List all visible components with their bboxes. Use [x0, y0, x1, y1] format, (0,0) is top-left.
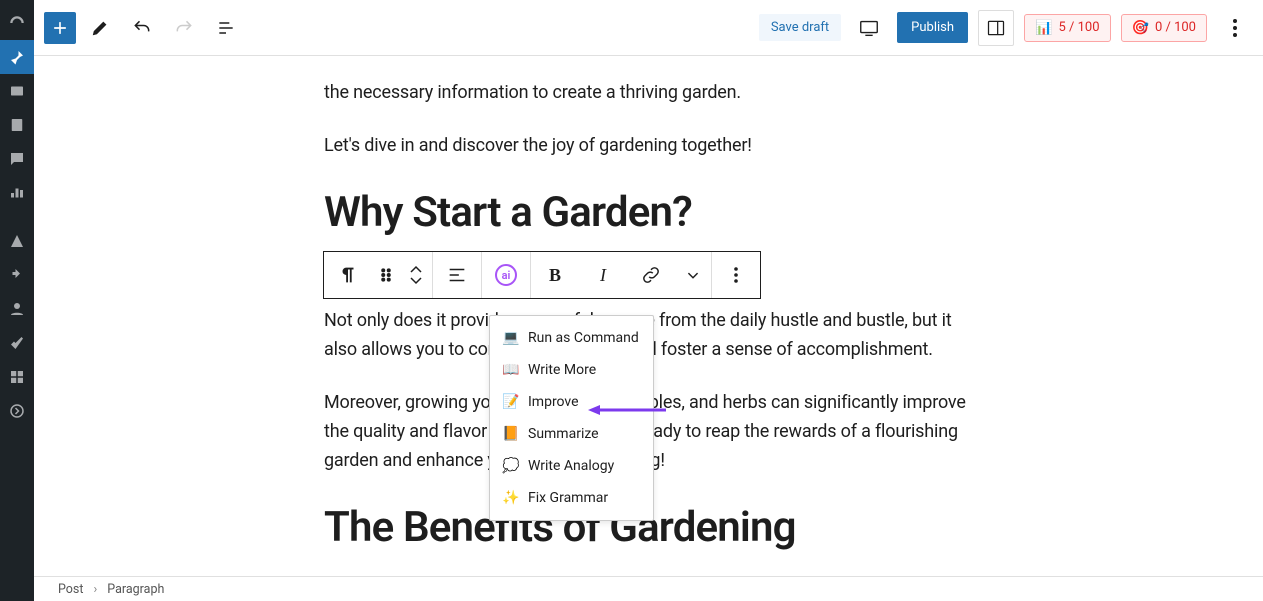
ai-button[interactable]: ai [482, 252, 530, 298]
seo-score[interactable]: 🎯 0 / 100 [1121, 14, 1207, 42]
add-block-button[interactable] [44, 12, 76, 44]
paragraph[interactable]: right soil to selecting the right plants… [324, 56, 984, 108]
annotation-arrow [588, 404, 668, 414]
link-button[interactable] [627, 252, 675, 298]
paragraph[interactable]: Let's dive in and discover the joy of ga… [324, 132, 984, 161]
seo-score-value: 0 / 100 [1155, 20, 1196, 35]
ai-item-summarize[interactable]: 📙 Summarize [490, 418, 653, 450]
ai-item-run-command[interactable]: 💻 Run as Command [490, 322, 653, 354]
block-more-button[interactable] [712, 252, 760, 298]
ai-item-label: Fix Grammar [528, 490, 608, 506]
sidebar-pin-icon[interactable] [0, 40, 34, 74]
sidebar-tools-icon[interactable] [0, 326, 34, 360]
laptop-icon: 💻 [502, 330, 520, 346]
paragraph[interactable]: Not only does it provide a peaceful esca… [324, 307, 984, 365]
ai-icon: ai [495, 264, 517, 286]
chart-icon: 📊 [1035, 20, 1052, 36]
paragraph-text: the necessary information to create a th… [324, 82, 741, 103]
bold-button[interactable]: B [531, 252, 579, 298]
sidebar-dashboard-icon[interactable] [0, 6, 34, 40]
ai-item-write-analogy[interactable]: 💭 Write Analogy [490, 450, 653, 482]
chevron-right-icon: › [93, 582, 97, 597]
block-toolbar: ai B I [323, 251, 761, 299]
readability-score-value: 5 / 100 [1058, 20, 1099, 35]
publish-button[interactable]: Publish [897, 12, 968, 43]
block-type-button[interactable] [324, 252, 372, 298]
heading[interactable]: The Benefits of Gardening [324, 505, 984, 551]
more-format-button[interactable] [675, 252, 711, 298]
readability-score[interactable]: 📊 5 / 100 [1024, 14, 1110, 42]
sidebar-stats-icon[interactable] [0, 176, 34, 210]
thought-icon: 💭 [502, 458, 520, 474]
book-icon: 📖 [502, 362, 520, 378]
heading[interactable]: Why Start a Garden? [324, 190, 984, 236]
ai-item-fix-grammar[interactable]: ✨ Fix Grammar [490, 482, 653, 514]
edit-icon[interactable] [82, 10, 118, 46]
block-breadcrumb: Post › Paragraph [34, 576, 1263, 601]
sidebar-collapse-icon[interactable] [0, 394, 34, 428]
more-options-button[interactable] [1217, 10, 1253, 46]
memo-icon: 📝 [502, 394, 520, 410]
breadcrumb-leaf[interactable]: Paragraph [107, 582, 164, 597]
preview-button[interactable] [851, 10, 887, 46]
editor-top-toolbar: Save draft Publish 📊 5 / 100 🎯 0 / 100 [34, 0, 1263, 56]
undo-button[interactable] [124, 10, 160, 46]
ai-dropdown-menu: 💻 Run as Command 📖 Write More 📝 Improve … [489, 315, 654, 521]
ai-item-label: Run as Command [528, 330, 639, 346]
sidebar-plugins-icon[interactable] [0, 258, 34, 292]
admin-sidebar [0, 0, 34, 601]
ai-item-label: Improve [528, 394, 579, 410]
sidebar-users-icon[interactable] [0, 292, 34, 326]
ai-item-write-more[interactable]: 📖 Write More [490, 354, 653, 386]
redo-button[interactable] [166, 10, 202, 46]
target-icon: 🎯 [1132, 20, 1149, 36]
sidebar-toggle-button[interactable] [978, 10, 1014, 46]
sidebar-settings-icon[interactable] [0, 360, 34, 394]
sidebar-appearance-icon[interactable] [0, 224, 34, 258]
ai-item-label: Write Analogy [528, 458, 614, 474]
drag-handle[interactable] [372, 252, 400, 298]
italic-button[interactable]: I [579, 252, 627, 298]
move-up-down-buttons[interactable] [400, 252, 432, 298]
ai-item-label: Summarize [528, 426, 599, 442]
paragraph[interactable]: Moreover, growing your own fruits, veget… [324, 389, 984, 475]
document-overview-button[interactable] [208, 10, 244, 46]
ai-item-label: Write More [528, 362, 596, 378]
breadcrumb-root[interactable]: Post [58, 582, 83, 597]
align-button[interactable] [433, 252, 481, 298]
ledger-icon: 📙 [502, 426, 520, 442]
sidebar-media-icon[interactable] [0, 74, 34, 108]
save-draft-button[interactable]: Save draft [759, 14, 841, 41]
sparkles-icon: ✨ [502, 490, 520, 506]
sidebar-pages-icon[interactable] [0, 108, 34, 142]
sidebar-comments-icon[interactable] [0, 142, 34, 176]
